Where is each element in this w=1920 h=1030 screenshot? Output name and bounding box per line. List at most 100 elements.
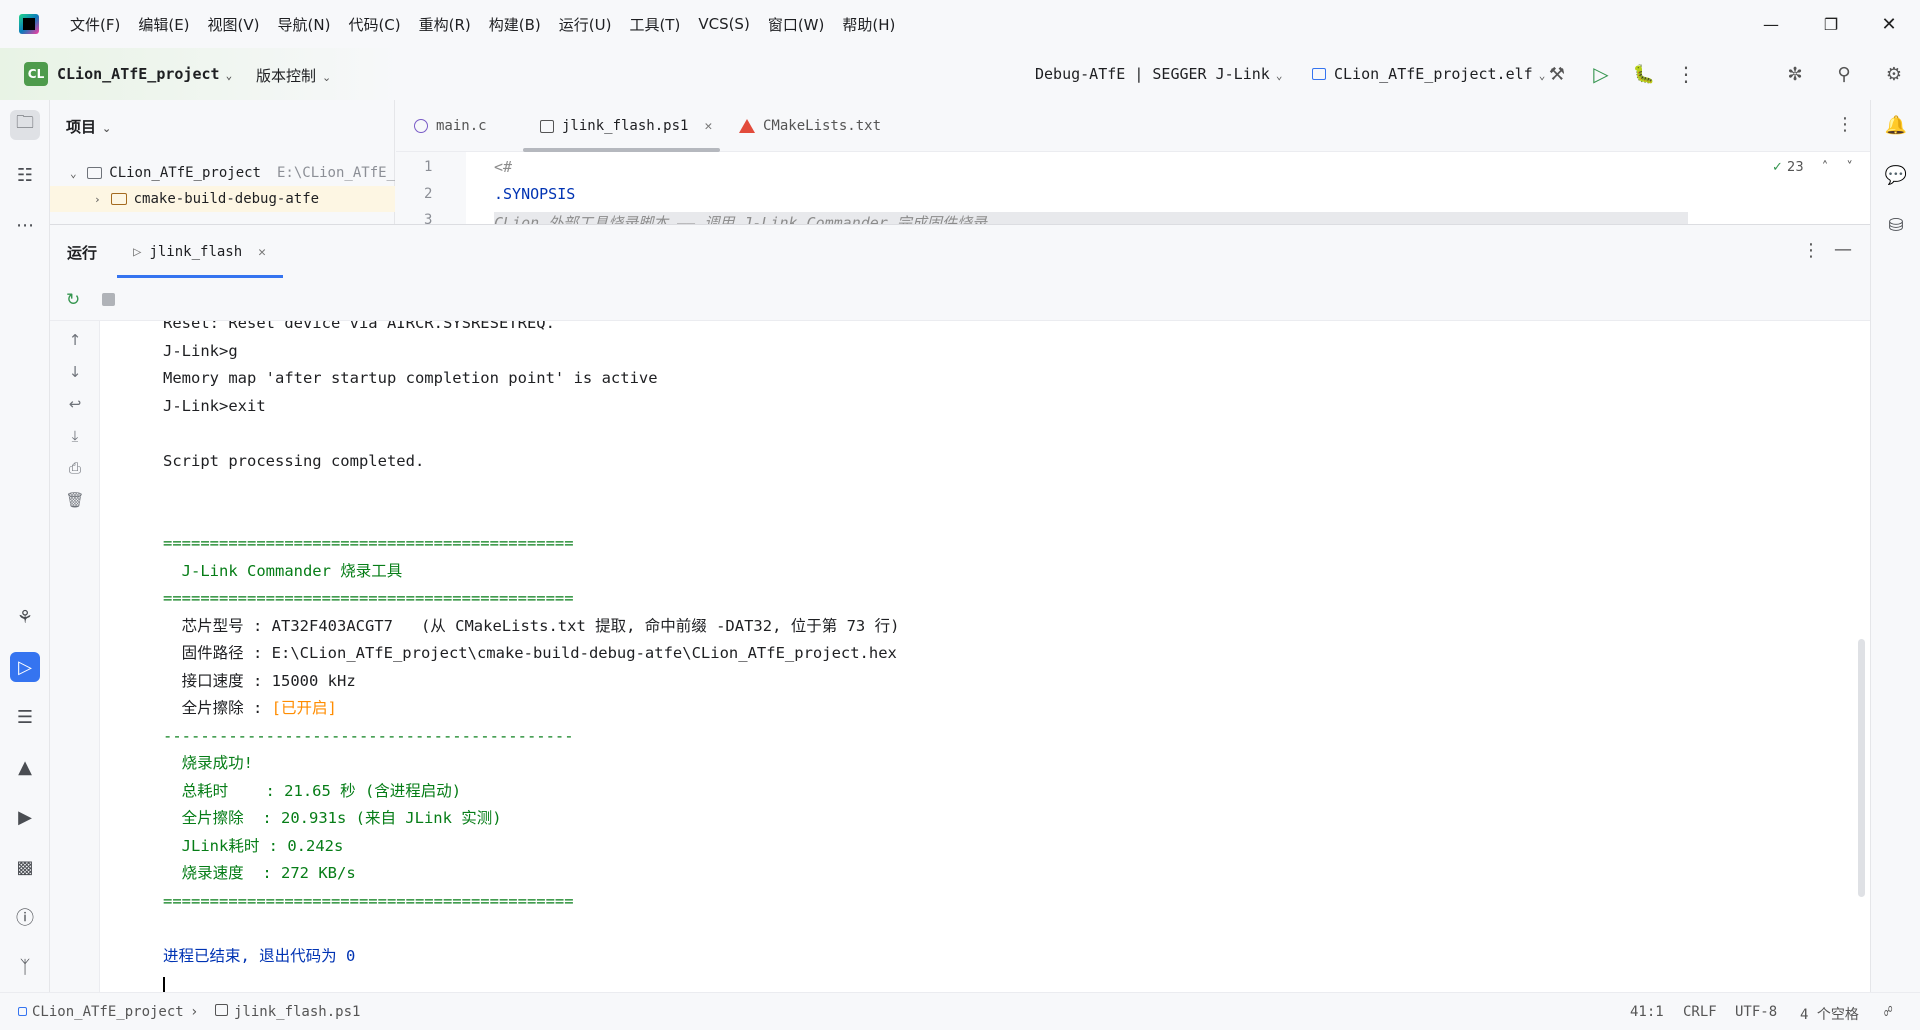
database-icon[interactable]: ⛁: [1881, 210, 1911, 240]
console-line: Memory map 'after startup completion poi…: [163, 369, 658, 387]
caret-position[interactable]: 41:1: [1630, 1004, 1664, 1020]
tab-more-icon[interactable]: ⋮: [1836, 114, 1854, 135]
problems-icon[interactable]: ⓘ: [10, 902, 40, 932]
run-config-selector[interactable]: Debug-ATfE | SEGGER J-Link ⌄: [1035, 65, 1282, 83]
project-name: CLion_ATfE_project: [57, 65, 220, 83]
notifications-bell-icon[interactable]: 🔔: [1881, 110, 1911, 140]
tree-root[interactable]: ⌄ CLion_ATfE_project E:\CLion_ATfE_: [50, 160, 395, 186]
menu-tools[interactable]: 工具(T): [629, 14, 680, 35]
console-line: ========================================…: [163, 534, 574, 552]
menu-window[interactable]: 窗口(W): [768, 14, 825, 35]
terminal-icon[interactable]: ▩: [10, 852, 40, 882]
breadcrumb-file[interactable]: jlink_flash.ps1: [215, 1004, 360, 1020]
chevron-down-icon[interactable]: ˅: [1846, 160, 1853, 175]
tab-cmakelists[interactable]: CMakeLists.txt: [739, 100, 881, 152]
restore-icon[interactable]: ❐: [1808, 0, 1854, 48]
run-icon[interactable]: ▷: [1587, 60, 1615, 88]
c-file-icon: [414, 119, 428, 133]
arrow-up-icon[interactable]: ↑: [64, 329, 86, 351]
folder-icon: [110, 193, 127, 205]
ai-assistant-icon[interactable]: ✼: [1781, 60, 1809, 88]
structure-icon[interactable]: ☷: [10, 160, 40, 190]
code-line: <#: [494, 158, 513, 176]
rerun-icon[interactable]: ↻: [66, 290, 80, 310]
build-hammer-icon[interactable]: ⚒: [1543, 60, 1571, 88]
menu-run[interactable]: 运行(U): [559, 14, 612, 35]
cmake-icon[interactable]: ▲: [10, 752, 40, 782]
console-line: 烧录速度 : 272 KB/s: [163, 864, 356, 882]
tab-jlink-flash[interactable]: jlink_flash.ps1 ✕: [540, 100, 712, 152]
run-tab-jlink-flash[interactable]: ▷ jlink_flash ✕: [133, 225, 299, 279]
more-icon[interactable]: ⋮: [1672, 60, 1700, 88]
console-line: 进程已结束, 退出代码为 0: [163, 946, 356, 965]
inspection-count: 23: [1787, 160, 1804, 175]
debug-icon[interactable]: ⚘: [10, 602, 40, 632]
menu-refactor[interactable]: 重构(R): [419, 14, 471, 35]
run-window-icon[interactable]: ▷: [10, 652, 40, 682]
chevron-up-icon[interactable]: ˄: [1822, 160, 1829, 175]
settings-gear-icon[interactable]: ⚙: [1880, 60, 1908, 88]
lock-icon[interactable]: ☍: [1884, 1004, 1892, 1020]
console-line: J-Link Commander 烧录工具: [163, 561, 403, 580]
console-line: ----------------------------------------…: [163, 726, 574, 745]
tree-root-path: E:\CLion_ATfE_: [276, 165, 395, 181]
chevron-down-icon: ⌄: [102, 122, 112, 135]
console-line: 固件路径 : E:\CLion_ATfE_project\cmake-build…: [163, 644, 897, 662]
chevron-down-icon: ⌄: [1275, 69, 1283, 82]
chevron-down-icon[interactable]: ⌄: [70, 167, 77, 180]
project-folder-icon[interactable]: 🗀: [10, 110, 40, 140]
debug-bug-icon[interactable]: 🐛: [1630, 60, 1658, 88]
menu-help[interactable]: 帮助(H): [842, 14, 895, 35]
chevron-right-icon[interactable]: ›: [94, 193, 101, 206]
run-options-icon[interactable]: ⋮: [1802, 240, 1820, 261]
project-badge[interactable]: CL: [24, 62, 48, 86]
ai-chat-icon[interactable]: 💬: [1881, 160, 1911, 190]
indent-setting[interactable]: 4 个空格: [1800, 1004, 1859, 1024]
line-gutter: 1 2 3: [396, 152, 466, 228]
code-area[interactable]: <# .SYNOPSIS CLion 外部工具烧录脚本 —— 调用 J-Link…: [494, 152, 1870, 224]
tab-main-c[interactable]: main.c: [414, 100, 487, 152]
menu-build[interactable]: 构建(B): [489, 14, 541, 35]
menu-view[interactable]: 视图(V): [208, 14, 260, 35]
close-icon[interactable]: ✕: [1866, 0, 1912, 48]
project-selector[interactable]: CLion_ATfE_project ⌄: [57, 65, 232, 83]
tree-item-label: cmake-build-debug-atfe: [133, 191, 320, 207]
trash-icon[interactable]: 🗑: [64, 489, 86, 511]
menu-navigate[interactable]: 导航(N): [278, 14, 331, 35]
menu-code[interactable]: 代码(C): [348, 14, 400, 35]
scroll-to-end-icon[interactable]: ⤓: [64, 425, 86, 447]
git-branch-icon[interactable]: ᛉ: [10, 952, 40, 982]
target-selector[interactable]: CLion_ATfE_project.elf ⌄: [1312, 65, 1545, 83]
menu-vcs[interactable]: VCS(S): [698, 15, 749, 33]
messages-icon[interactable]: ☰: [10, 702, 40, 732]
script-file-icon: [215, 1004, 228, 1016]
soft-wrap-icon[interactable]: ↩: [64, 393, 86, 415]
breadcrumb-project[interactable]: CLion_ATfE_project: [18, 1004, 184, 1020]
search-icon[interactable]: ⚲: [1830, 60, 1858, 88]
tree-item-cmake-build[interactable]: › cmake-build-debug-atfe: [50, 186, 395, 212]
console-output[interactable]: Reset: Reset device via AIRCR.SYSRESETRE…: [100, 321, 1870, 993]
line-separator[interactable]: CRLF: [1683, 1004, 1717, 1020]
services-icon[interactable]: ▶: [10, 802, 40, 832]
menu-file[interactable]: 文件(F): [70, 14, 120, 35]
hide-panel-icon[interactable]: —: [1834, 239, 1852, 260]
arrow-down-icon[interactable]: ↓: [64, 361, 86, 383]
console-scrollbar[interactable]: [1858, 639, 1865, 897]
file-encoding[interactable]: UTF-8: [1735, 1004, 1777, 1020]
close-tab-icon[interactable]: ✕: [704, 119, 712, 134]
stop-icon[interactable]: [102, 293, 115, 306]
run-header: 运行 ▷ jlink_flash ✕ ⋮ —: [50, 225, 1870, 279]
more-tools-icon[interactable]: ⋯: [10, 210, 40, 240]
minimize-icon[interactable]: —: [1748, 0, 1794, 48]
menu-edit[interactable]: 编辑(E): [138, 14, 189, 35]
run-config-label: Debug-ATfE | SEGGER J-Link: [1035, 65, 1270, 83]
console-cursor: [163, 977, 165, 993]
left-tool-strip: 🗀 ☷ ⋯ ⚘ ▷ ☰ ▲ ▶ ▩ ⓘ ᛉ: [0, 100, 50, 992]
vcs-selector[interactable]: 版本控制 ⌄: [256, 65, 331, 86]
close-tab-icon[interactable]: ✕: [258, 245, 266, 260]
print-icon[interactable]: ⎙: [64, 457, 86, 479]
inspection-widget[interactable]: ✓ 23 ˄ ˅: [1772, 160, 1853, 175]
run-tool-window: 运行 ▷ jlink_flash ✕ ⋮ — ↻ ↑ ↓ ↩ ⤓ ⎙ 🗑 Res…: [50, 224, 1870, 993]
project-panel-title[interactable]: 项目 ⌄: [66, 116, 111, 137]
target-label: CLion_ATfE_project.elf: [1334, 65, 1533, 83]
